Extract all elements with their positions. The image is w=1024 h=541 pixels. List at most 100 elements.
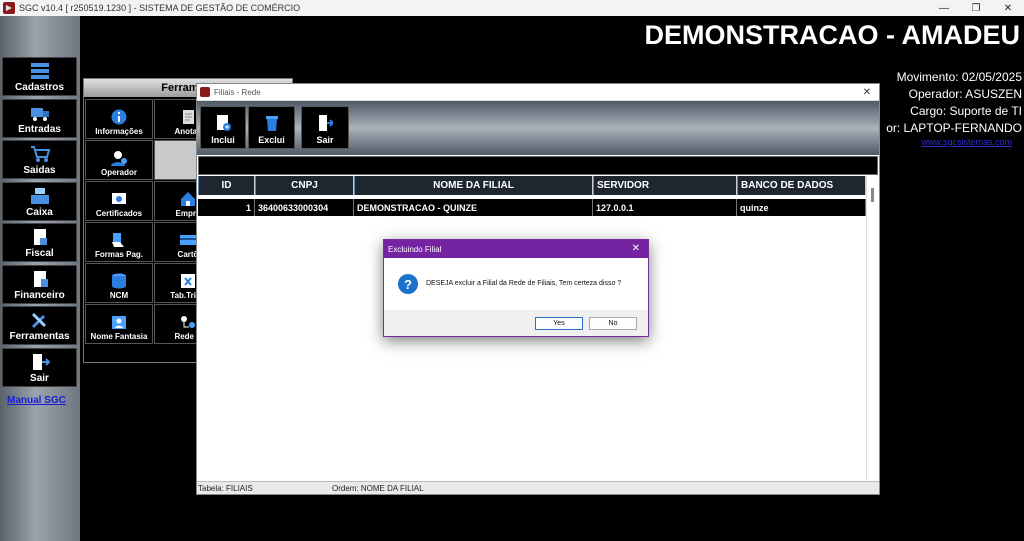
menu-fiscal-button[interactable]: Fiscal	[2, 223, 77, 262]
manual-sgc-link[interactable]: Manual SGC	[7, 395, 66, 406]
excluindo-filial-dialog: Excluindo Filial ✕ ? DESEJA excluir a Fi…	[383, 239, 649, 337]
grid-header: ID CNPJ NOME DA FILIAL SERVIDOR BANCO DE…	[198, 176, 866, 195]
inclui-label: Inclui	[211, 135, 235, 145]
window-controls: — ❐ ✕	[928, 0, 1024, 16]
menu-saidas-button[interactable]: Saidas	[2, 140, 77, 179]
cell-banco: quinze	[737, 199, 866, 216]
column-header-cnpj[interactable]: CNPJ	[255, 176, 354, 195]
sair-label: Sair	[316, 135, 334, 145]
table-row[interactable]: 1 36400633000304 DEMONSTRACAO - QUINZE 1…	[198, 199, 866, 216]
website-link[interactable]: www.sgcsistemas.com	[921, 137, 1012, 147]
column-header-id[interactable]: ID	[198, 176, 255, 195]
scrollbar-thumb[interactable]	[871, 188, 874, 202]
no-button[interactable]: No	[589, 317, 637, 330]
dialog-title: Excluindo Filial	[388, 244, 442, 254]
operador-info: Operador: ASUSZEN	[908, 87, 1022, 101]
movimento-date: Movimento: 02/05/2025	[896, 70, 1022, 84]
column-header-nome[interactable]: NOME DA FILIAL	[354, 176, 593, 195]
menu-ferramentas-label: Ferramentas	[9, 331, 70, 342]
network-icon	[181, 316, 195, 328]
app-logo-icon	[200, 87, 210, 97]
menu-cadastros-button[interactable]: Cadastros	[2, 57, 77, 96]
trash-icon	[265, 116, 278, 131]
minimize-button[interactable]: —	[928, 0, 960, 16]
sair-button[interactable]: Sair	[301, 106, 349, 149]
question-icon: ?	[398, 274, 418, 294]
close-button[interactable]: ✕	[992, 0, 1024, 16]
maximize-button[interactable]: ❐	[960, 0, 992, 16]
filiais-close-button[interactable]: ✕	[863, 87, 871, 98]
menu-caixa-label: Caixa	[26, 207, 53, 218]
app-logo-icon	[3, 2, 15, 14]
spreadsheet-icon	[181, 274, 195, 288]
dialog-button-area: Yes No	[384, 310, 648, 336]
menu-sair-button[interactable]: Sair	[2, 348, 77, 387]
certificate-icon	[112, 193, 126, 204]
info-icon	[111, 109, 127, 125]
filiais-toolbar: Inclui Exclui Sair	[197, 101, 879, 155]
menu-sair-label: Sair	[30, 373, 49, 384]
tile-operador[interactable]: Operador	[85, 140, 153, 180]
cart-icon	[30, 146, 50, 162]
id-badge-icon	[112, 316, 126, 329]
window-title-bar: SGC v10.4 [ r250519.1230 ] - SISTEMA DE …	[0, 0, 1024, 16]
notes-icon	[183, 110, 194, 124]
credit-card-icon	[180, 235, 196, 245]
main-menu-sidebar: Cadastros Entradas Saidas Caixa Fiscal F…	[0, 16, 80, 541]
menu-financeiro-button[interactable]: Financeiro	[2, 265, 77, 304]
tile-informacoes-label: Informações	[95, 127, 143, 136]
dialog-title-bar: Excluindo Filial ✕	[384, 240, 648, 258]
user-icon	[111, 151, 127, 166]
house-icon	[181, 192, 195, 206]
window-title: SGC v10.4 [ r250519.1230 ] - SISTEMA DE …	[19, 3, 301, 13]
menu-entradas-label: Entradas	[18, 124, 61, 135]
status-tabela: Tabela: FILIAIS	[198, 484, 253, 493]
document-icon	[33, 229, 47, 245]
exit-door-icon	[319, 115, 333, 131]
grid-vertical-scrollbar[interactable]	[866, 176, 878, 482]
cell-id: 1	[198, 199, 255, 216]
exclui-button[interactable]: Exclui	[248, 106, 295, 149]
register-icon	[30, 188, 49, 204]
cell-cnpj: 36400633000304	[255, 199, 354, 216]
stack-icon	[30, 63, 49, 79]
database-icon	[112, 273, 126, 289]
dialog-message: DESEJA excluir a Filial da Rede de Filia…	[426, 280, 622, 287]
inclui-button[interactable]: Inclui	[200, 106, 246, 149]
status-ordem: Ordem: NOME DA FILIAL	[332, 484, 424, 493]
menu-fiscal-label: Fiscal	[25, 248, 54, 259]
filiais-title-bar: Filiais - Rede ✕	[197, 84, 879, 101]
ledger-icon	[33, 271, 48, 287]
tools-icon	[31, 312, 46, 329]
column-header-servidor[interactable]: SERVIDOR	[593, 176, 737, 195]
tile-informacoes[interactable]: Informações	[85, 99, 153, 139]
menu-cadastros-label: Cadastros	[15, 82, 64, 93]
add-document-icon	[217, 115, 231, 131]
tile-operador-label: Operador	[100, 168, 137, 177]
menu-caixa-button[interactable]: Caixa	[2, 182, 77, 221]
tile-ncm[interactable]: NCM	[85, 263, 153, 303]
tile-nome-fantasia-label: Nome Fantasia	[90, 332, 148, 341]
exit-door-icon	[32, 354, 50, 370]
tile-formas-pag-label: Formas Pag.	[94, 250, 143, 259]
tile-certificados-label: Certificados	[95, 209, 143, 218]
cell-nome: DEMONSTRACAO - QUINZE	[354, 199, 593, 216]
exclui-label: Exclui	[258, 135, 285, 145]
menu-saidas-label: Saidas	[23, 165, 56, 176]
company-name: DEMONSTRACAO - AMADEU	[644, 20, 1020, 50]
menu-entradas-button[interactable]: Entradas	[2, 99, 77, 138]
filiais-title: Filiais - Rede	[214, 87, 261, 97]
menu-ferramentas-button[interactable]: Ferramentas	[2, 306, 77, 345]
truck-icon	[30, 108, 49, 121]
card-hand-icon	[112, 233, 124, 247]
tile-ncm-label: NCM	[109, 291, 129, 300]
computador-info: or: LAPTOP-FERNANDO	[886, 121, 1022, 135]
tile-formas-pag[interactable]: Formas Pag.	[85, 222, 153, 262]
cargo-info: Cargo: Suporte de TI	[910, 104, 1022, 118]
menu-financeiro-label: Financeiro	[14, 290, 65, 301]
tile-certificados[interactable]: Certificados	[85, 181, 153, 221]
yes-button[interactable]: Yes	[535, 317, 583, 330]
tile-nome-fantasia[interactable]: Nome Fantasia	[85, 304, 153, 344]
dialog-close-button[interactable]: ✕	[632, 243, 640, 254]
column-header-banco[interactable]: BANCO DE DADOS	[737, 176, 866, 195]
